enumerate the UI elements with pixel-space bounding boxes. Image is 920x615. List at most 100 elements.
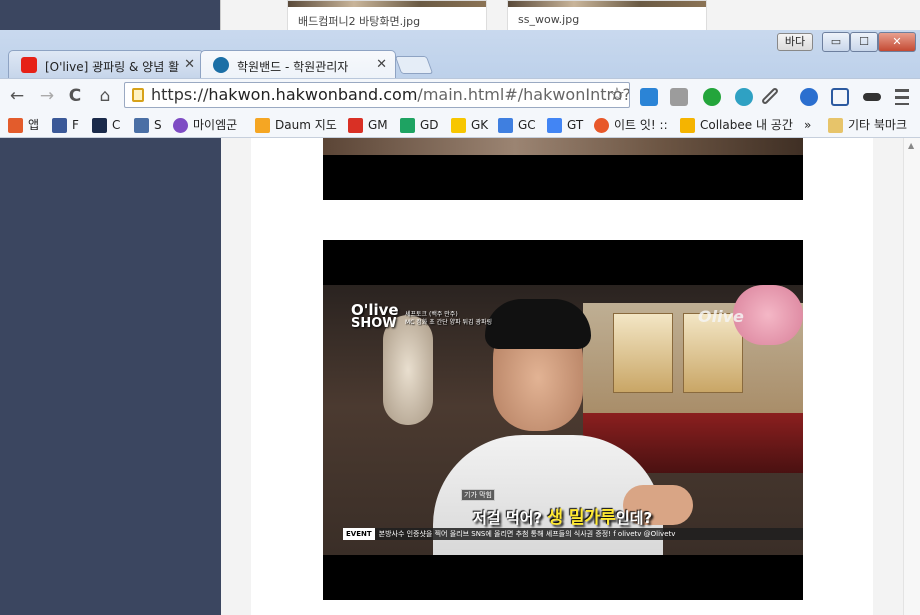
bookmark-label: GC [518,118,536,132]
olive-show-logo: O'live SHOW [351,303,399,331]
c-icon [92,118,107,133]
eat-icon [594,118,609,133]
caption-highlight: 생 밀가루 [547,508,616,528]
event-ticker: EVENT 본방사수 인증샷을 찍어 올리브 SNS에 올리면 추첨 통해 셰프들… [343,528,803,540]
toolbar: ← → C ⌂ https://hakwon.hakwonband.com/ma… [0,78,920,112]
url-path: /main.html#/hakwonIntro?hal [417,85,629,104]
apps-icon [8,118,23,133]
bookmark-gt[interactable]: GT [547,115,583,135]
thumb-image [508,1,706,7]
ticker-text: 본방사수 인증샷을 찍어 올리브 SNS에 올리면 추첨 통해 셰프들의 식사권… [378,530,676,538]
menu-icon[interactable] [895,89,909,105]
address-bar[interactable]: https://hakwon.hakwonband.com/main.html#… [124,82,630,108]
calendar-icon [498,118,513,133]
ext-m-icon[interactable] [735,88,753,106]
translate-icon [547,118,562,133]
bookmark-gc[interactable]: GC [498,115,536,135]
page-scrollbar[interactable]: ▲ [903,138,920,615]
tab-close-icon[interactable]: ✕ [184,57,195,72]
keep-icon [451,118,466,133]
bookmark-daum-map[interactable]: Daum 지도 [255,115,337,135]
bookmark-eat-it[interactable]: 이트 잇! :: [594,115,668,135]
folder-icon [828,118,843,133]
youtube-icon [21,57,37,73]
episode-info-line: MC 정화 초 간단 양파 튀김 광파링 [405,319,493,326]
tab-hakwonband[interactable]: 학원밴드 - 학원관리자 ✕ [200,50,396,78]
bookmark-label: 앱 [28,118,40,132]
lock-icon [132,88,144,102]
video-frame: O'live SHOW 셰프토크 (백주 만주) MC 정화 초 간단 양파 튀… [323,285,803,555]
tab-close-icon[interactable]: ✕ [376,57,387,72]
daum-icon [255,118,270,133]
bookmark-label: 마이엠군 [193,118,238,132]
close-window-button[interactable]: ✕ [878,32,916,52]
bookmark-other-folder[interactable]: 기타 북마크 [828,115,907,135]
channel-watermark: Olive [698,307,744,326]
clock-icon [213,57,229,73]
bookmark-c[interactable]: C [92,115,120,135]
user-profile-badge[interactable]: 바다 [777,33,813,51]
event-badge: EVENT [343,528,375,540]
video-frame-strip [323,138,803,155]
video-player[interactable]: O'live SHOW 셰프토크 (백주 만주) MC 정화 초 간단 양파 튀… [323,240,803,600]
video-player-previous[interactable] [323,138,803,200]
bookmark-star-icon[interactable]: ☆ [606,84,628,106]
tab-olive[interactable]: [O'live] 광파링 & 양념 활 ✕ [8,50,204,78]
bookmark-label: GM [368,118,388,132]
tab-title: 학원밴드 - 학원관리자 [237,60,349,74]
bookmark-label: C [112,118,121,132]
logo-bottom: SHOW [351,316,397,331]
ext-in-icon[interactable] [670,88,688,106]
scroll-up-icon[interactable]: ▲ [908,141,914,150]
page-content: O'live SHOW 셰프토크 (백주 만주) MC 정화 초 간단 양파 튀… [221,138,920,615]
thumb-label: 배드컴퍼니2 바탕화면.jpg [298,15,421,28]
gmail-icon [348,118,363,133]
back-button[interactable]: ← [6,85,28,107]
bookmark-label: GD [420,118,439,132]
bookmark-label: Daum 지도 [275,118,337,132]
background-thumb[interactable]: ss_wow.jpg [507,0,707,32]
url-host: hakwon.hakwonband.com [208,85,418,104]
bookmarks-overflow-button[interactable]: » [800,115,811,135]
thumb-label: ss_wow.jpg [518,13,580,26]
download-icon[interactable] [800,88,818,106]
bookmark-apps[interactable]: 앱 [8,115,39,135]
s-icon [134,118,149,133]
new-tab-button[interactable] [394,56,434,74]
page-body: O'live SHOW 셰프토크 (백주 만주) MC 정화 초 간단 양파 튀… [251,138,873,615]
collabee-icon [680,118,695,133]
bookmark-s[interactable]: S [134,115,162,135]
ext-p-icon[interactable] [640,88,658,106]
caption-tag: 기가 막힘 [461,489,495,501]
person-hair [485,299,591,349]
bookmark-myemgun[interactable]: 마이엠군 [173,115,237,135]
minimize-button[interactable]: ▭ [822,32,850,52]
tab-title: [O'live] 광파링 & 양념 활 [45,60,180,74]
ext-leaf-icon[interactable] [703,88,721,106]
forward-button[interactable]: → [36,85,58,107]
maximize-button[interactable]: ☐ [850,32,878,52]
bookmark-gk[interactable]: GK [451,115,488,135]
bookmark-label: GT [567,118,584,132]
url-protocol: https:// [151,85,209,104]
sidebar [0,138,221,615]
bookmark-gd[interactable]: GD [400,115,439,135]
bookmark-label: GK [471,118,489,132]
bookmarks-bar: 앱 F C S 마이엠군 Daum 지도 GM GD GK GC GT 이트 잇… [0,112,920,138]
bookmark-label: 기타 북마크 [848,118,908,132]
caption-post: 인데? [615,509,653,527]
mask-icon[interactable] [863,93,881,101]
bookmark-f[interactable]: F [52,115,79,135]
background-thumb[interactable]: 배드컴퍼니2 바탕화면.jpg [287,0,487,32]
reload-button[interactable]: C [64,85,86,107]
browser-window: [O'live] 광파링 & 양념 활 ✕ 학원밴드 - 학원관리자 ✕ 바다 … [0,30,920,138]
screenshot-icon[interactable] [831,88,849,106]
bookmark-label: 이트 잇! :: [614,118,668,132]
bookmark-collabee[interactable]: Collabee 내 공간 [680,115,793,135]
thumb-image [288,1,486,7]
home-button[interactable]: ⌂ [94,85,116,107]
episode-info-line: 셰프토크 (백주 만주) [405,311,458,318]
eyedropper-icon[interactable] [760,86,780,106]
title-bar: [O'live] 광파링 & 양념 활 ✕ 학원밴드 - 학원관리자 ✕ 바다 … [0,30,920,82]
bookmark-gm[interactable]: GM [348,115,388,135]
